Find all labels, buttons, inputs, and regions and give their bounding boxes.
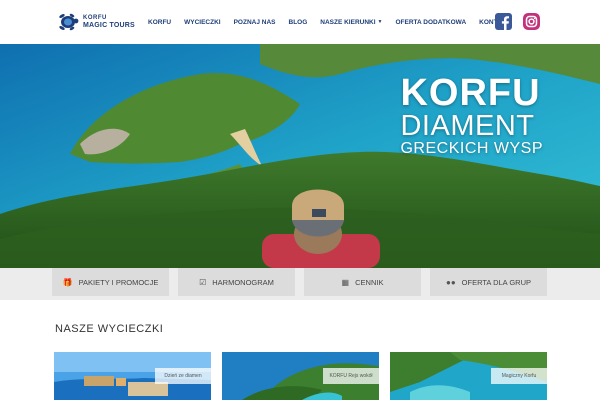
logo-line-1: KORFU (83, 15, 107, 21)
nav-label: OFERTA DODATKOWA (395, 18, 467, 26)
calendar-check-icon: ☑ (199, 277, 207, 287)
nav-item-korfu[interactable]: KORFU (148, 19, 171, 26)
hero-banner: KORFU DIAMENT GRECKICH WYSP (0, 44, 600, 268)
group-offer-button[interactable]: ●● OFERTA DLA GRUP (430, 268, 547, 296)
packages-button-label: PAKIETY I PROMOCJE (78, 277, 159, 287)
nav-item-poznaj-nas[interactable]: POZNAJ NAS (234, 19, 276, 26)
nav-label: POZNAJ NAS (233, 18, 276, 26)
turtle-logo-icon (59, 13, 79, 31)
tour-card-label: Dzień ze diamen (155, 368, 211, 384)
schedule-button[interactable]: ☑ HARMONOGRAM (178, 268, 295, 296)
tour-card[interactable]: KORFU Rejs wokół (222, 352, 379, 400)
site-header: KORFU MAGIC TOURS KORFU WYCIECZKI POZNAJ… (0, 0, 600, 44)
instagram-icon[interactable] (523, 13, 540, 30)
main-nav: KORFU WYCIECZKI POZNAJ NAS BLOG NASZE KI… (148, 17, 523, 27)
logo-text: KORFU MAGIC TOURS (83, 15, 135, 29)
hero-title-line-1: KORFU (400, 72, 541, 114)
nav-label: NASZE KIERUNKI (320, 18, 376, 26)
hero-title: KORFU DIAMENT GRECKICH WYSP (400, 74, 543, 157)
group-offer-button-label: OFERTA DLA GRUP (461, 277, 531, 287)
tour-card-label: Magiczny Korfu (491, 368, 547, 384)
section-title: NASZE WYCIECZKI (55, 323, 164, 335)
price-list-button[interactable]: ▦ CENNIK (304, 268, 421, 296)
nav-item-oferta-dodatkowa[interactable]: OFERTA DODATKOWA (396, 19, 467, 26)
nav-item-blog[interactable]: BLOG (289, 19, 308, 26)
quick-links-strip: 🎁 PAKIETY I PROMOCJE ☑ HARMONOGRAM ▦ CEN… (0, 268, 600, 300)
chevron-down-icon: ▼ (377, 19, 383, 25)
logo-line-2: MAGIC TOURS (83, 22, 135, 29)
tour-card[interactable]: Dzień ze diamen (54, 352, 211, 400)
money-icon: ▦ (341, 277, 350, 287)
packages-button[interactable]: 🎁 PAKIETY I PROMOCJE (52, 268, 169, 296)
gift-icon: 🎁 (62, 277, 73, 287)
hero-title-line-2: DIAMENT (400, 110, 535, 142)
hero-title-line-3: GRECKICH WYSP (400, 140, 543, 157)
schedule-button-label: HARMONOGRAM (212, 277, 274, 287)
facebook-icon[interactable] (495, 13, 512, 30)
nav-label: KORFU (148, 18, 172, 26)
nav-item-nasze-kierunki[interactable]: NASZE KIERUNKI ▼ (320, 19, 382, 26)
tour-card-label: KORFU Rejs wokół (323, 368, 379, 384)
nav-label: BLOG (288, 18, 308, 26)
price-list-button-label: CENNIK (355, 277, 384, 287)
nav-label: WYCIECZKI (184, 18, 221, 26)
nav-item-wycieczki[interactable]: WYCIECZKI (184, 19, 220, 26)
users-icon: ●● (446, 277, 456, 287)
site-logo[interactable]: KORFU MAGIC TOURS (56, 11, 138, 33)
tour-card[interactable]: Magiczny Korfu (390, 352, 547, 400)
